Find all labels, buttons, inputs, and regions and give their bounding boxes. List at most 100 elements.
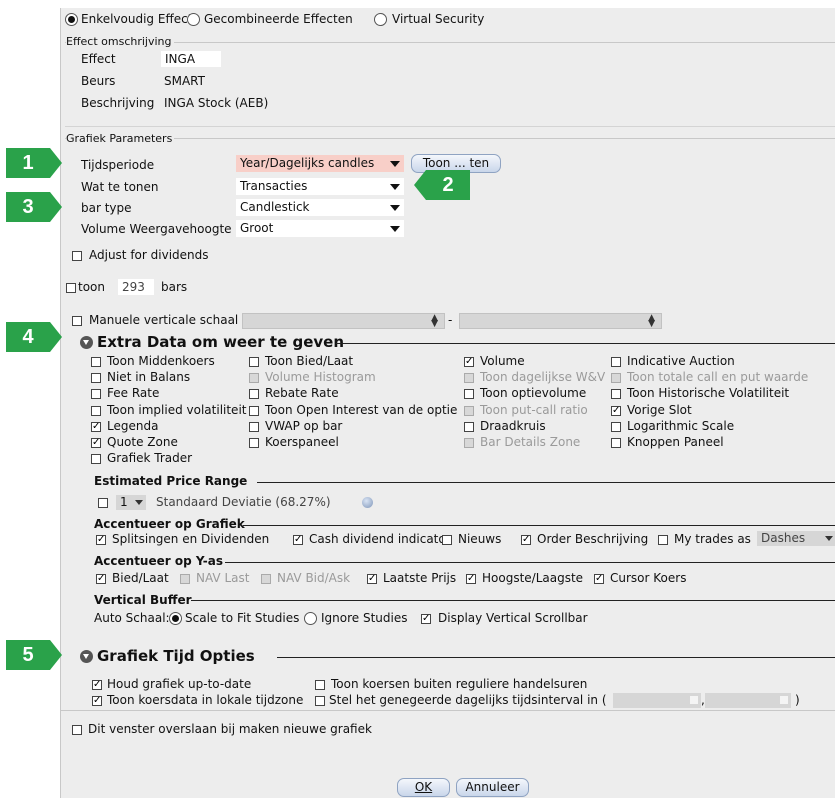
accent-y-item-checkbox[interactable]: ✓ — [466, 574, 476, 584]
callout-1-number: 1 — [22, 152, 34, 174]
vertical-scrollbar-checkbox[interactable]: ✓ — [421, 614, 431, 624]
extra-col2-item-checkbox[interactable] — [249, 357, 259, 367]
period-select[interactable]: Year/Dagelijks candles — [236, 155, 404, 172]
extra-col1-item-checkbox[interactable]: ✓ — [91, 438, 101, 448]
extra-col3-item-checkbox[interactable]: ✓ — [464, 357, 474, 367]
expand-time-options-icon[interactable] — [80, 650, 93, 663]
keep-uptodate-label: Houd grafiek up-to-date — [107, 677, 252, 691]
show-select[interactable]: Transacties — [236, 178, 404, 195]
extra-col1-item-checkbox[interactable] — [91, 373, 101, 384]
accent-chart-item-checkbox[interactable]: ✓ — [96, 535, 106, 545]
extra-col1-item-checkbox[interactable] — [91, 389, 101, 400]
volheight-select[interactable]: Groot — [236, 220, 404, 237]
vbuffer-title: Vertical Buffer — [94, 593, 192, 607]
extra-col1-item-label: Toon Middenkoers — [107, 354, 215, 368]
accent-y-item-checkbox — [261, 574, 271, 584]
accent-chart-item-checkbox[interactable] — [658, 535, 668, 545]
callout-3-number: 3 — [22, 196, 34, 218]
extra-col4-item-label: Logarithmic Scale — [627, 418, 735, 433]
accent-y-item-label: NAV Bid/Ask — [277, 571, 351, 585]
exchange-label: Beurs — [81, 74, 116, 88]
radio-ignore-studies-label: Ignore Studies — [321, 611, 408, 625]
chevron-down-icon — [825, 536, 833, 541]
epr-checkbox[interactable] — [98, 498, 108, 508]
extra-col1-item-label: Niet in Balans — [107, 370, 191, 385]
ok-button-label: OK — [414, 780, 433, 794]
extra-col3-item-label: Toon optievolume — [480, 386, 587, 401]
extra-col3-item-checkbox[interactable] — [464, 389, 474, 400]
expand-extra-data-icon[interactable] — [80, 336, 93, 349]
extra-data-title: Extra Data om weer te geven — [97, 333, 345, 351]
local-tz-checkbox[interactable]: ✓ — [92, 696, 102, 706]
skip-window-checkbox[interactable] — [72, 725, 82, 735]
accent-y-item-label: Cursor Koers — [610, 571, 687, 585]
accent-chart-item-checkbox[interactable]: ✓ — [293, 535, 303, 545]
callout-4: 4 — [6, 322, 62, 352]
extra-col2-item-checkbox[interactable] — [249, 438, 259, 448]
extra-col1-item-checkbox[interactable] — [91, 454, 101, 465]
extra-col4-item-checkbox[interactable] — [611, 421, 621, 432]
extra-col3-item-checkbox — [464, 438, 474, 448]
manual-scale-checkbox[interactable] — [72, 316, 82, 326]
accent-y-item-checkbox[interactable]: ✓ — [367, 574, 377, 584]
exchange-value: SMART — [164, 74, 205, 88]
extra-col4-item-checkbox[interactable]: ✓ — [611, 405, 621, 416]
radio-single-security[interactable] — [65, 13, 78, 26]
accent-y-item-label: NAV Last — [196, 571, 250, 585]
epr-stddev-value: 1 — [120, 495, 128, 509]
info-icon[interactable] — [362, 497, 373, 508]
my-trades-style-value: Dashes — [761, 531, 806, 545]
extra-col4-item-label: Knoppen Paneel — [627, 435, 724, 449]
extra-col2-item-checkbox[interactable] — [249, 389, 259, 400]
my-trades-style-select[interactable]: Dashes — [757, 531, 835, 546]
callout-5-number: 5 — [22, 644, 34, 666]
interval-end-input[interactable] — [705, 693, 791, 708]
accent-y-item-checkbox[interactable]: ✓ — [96, 574, 106, 584]
extra-col4-item-checkbox[interactable] — [611, 389, 621, 400]
manual-scale-max-spinner[interactable]: ▲ ▼ — [459, 313, 662, 329]
ignore-interval-checkbox[interactable] — [315, 696, 325, 706]
radio-virtual-security[interactable] — [374, 13, 387, 26]
chevron-down-icon — [390, 184, 400, 190]
accent-chart-item-checkbox[interactable] — [442, 535, 452, 545]
extra-col3-item-checkbox[interactable] — [464, 421, 474, 432]
extra-col2-item-checkbox[interactable] — [249, 421, 259, 432]
toon-bars-checkbox[interactable] — [66, 283, 76, 293]
chevron-down-icon — [390, 205, 400, 211]
accent-y-item-checkbox[interactable]: ✓ — [594, 574, 604, 584]
extra-col4-item-checkbox[interactable] — [611, 438, 621, 448]
cancel-button[interactable]: Annuleer — [456, 778, 529, 797]
cancel-button-label: Annuleer — [465, 780, 520, 794]
outside-hours-checkbox[interactable] — [315, 680, 325, 690]
chevron-down-icon — [390, 226, 400, 232]
keep-uptodate-checkbox[interactable]: ✓ — [92, 680, 102, 690]
radio-single-label: Enkelvoudig Effect — [81, 12, 193, 26]
extra-col1-item-checkbox[interactable] — [91, 405, 101, 416]
interval-start-input[interactable] — [613, 693, 701, 708]
accent-chart-item-checkbox[interactable]: ✓ — [521, 535, 531, 545]
extra-col1-item-checkbox[interactable]: ✓ — [91, 421, 101, 432]
bartype-select[interactable]: Candlestick — [236, 199, 404, 216]
extra-col2-item-checkbox[interactable] — [249, 405, 259, 416]
manual-scale-min-spinner[interactable]: ▲ ▼ — [242, 313, 445, 329]
time-options-title: Grafiek Tijd Opties — [97, 647, 255, 665]
bars-label: bars — [161, 280, 188, 294]
extra-col4-item-checkbox[interactable] — [611, 357, 621, 367]
ok-button[interactable]: OK — [397, 778, 450, 797]
toon-bars-input[interactable]: 293 — [118, 279, 154, 295]
radio-ignore-studies[interactable] — [304, 612, 317, 625]
extra-col2-item-label: VWAP op bar — [265, 418, 343, 433]
accent-y-item-label: Laatste Prijs — [383, 571, 457, 585]
extra-col3-item-checkbox — [464, 405, 474, 416]
description-label: Beschrijving — [81, 96, 155, 110]
extra-col1-item-checkbox[interactable] — [91, 357, 101, 367]
extra-col1-item-label: Quote Zone — [107, 435, 178, 449]
adjust-dividends-checkbox[interactable] — [72, 251, 82, 261]
period-extra-button-label: Toon ... ten — [422, 156, 490, 170]
radio-scale-to-fit[interactable] — [169, 612, 182, 625]
outside-hours-label: Toon koersen buiten reguliere handelsure… — [331, 677, 588, 691]
local-tz-label: Toon koersdata in lokale tijdzone — [107, 693, 304, 707]
radio-combined-securities[interactable] — [187, 13, 200, 26]
extra-col2-item-label: Volume Histogram — [265, 370, 376, 385]
epr-stddev-select[interactable]: 1 — [116, 495, 146, 510]
